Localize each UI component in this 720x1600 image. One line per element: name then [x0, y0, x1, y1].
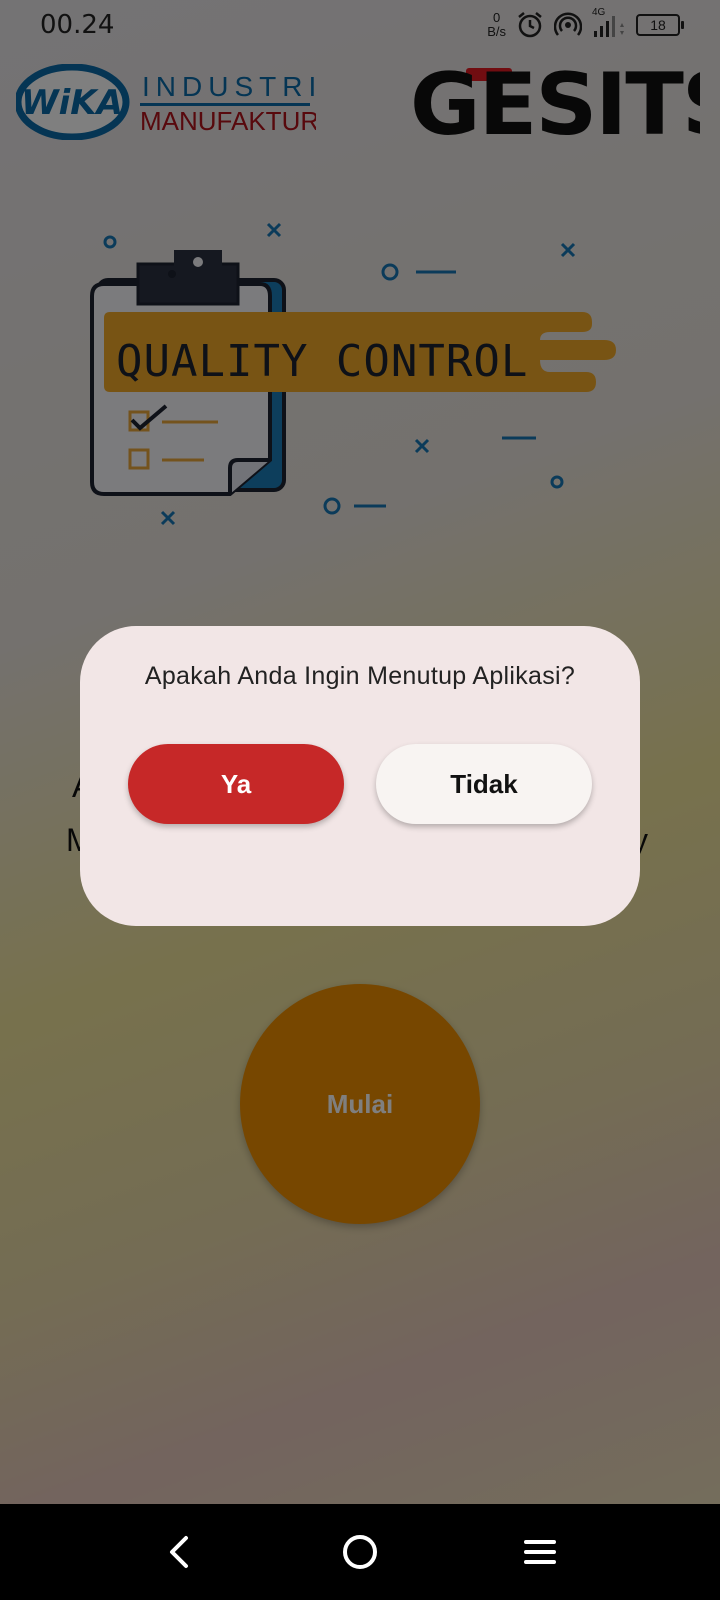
no-button-label: Tidak [450, 768, 518, 799]
menu-icon [524, 1540, 556, 1564]
nav-home-button[interactable] [338, 1530, 382, 1574]
yes-button-label: Ya [220, 768, 252, 799]
nav-back-button[interactable] [158, 1530, 202, 1574]
back-icon [170, 1536, 188, 1568]
nav-menu-button[interactable] [518, 1530, 562, 1574]
navigation-bar [0, 1504, 720, 1600]
home-icon [343, 1535, 377, 1569]
dialog-title: Apakah Anda Ingin Menutup Aplikasi? [144, 662, 576, 690]
no-button[interactable]: Tidak [376, 744, 592, 824]
exit-confirmation-dialog: Apakah Anda Ingin Menutup Aplikasi? Ya T… [80, 626, 640, 926]
yes-button[interactable]: Ya [128, 744, 344, 824]
